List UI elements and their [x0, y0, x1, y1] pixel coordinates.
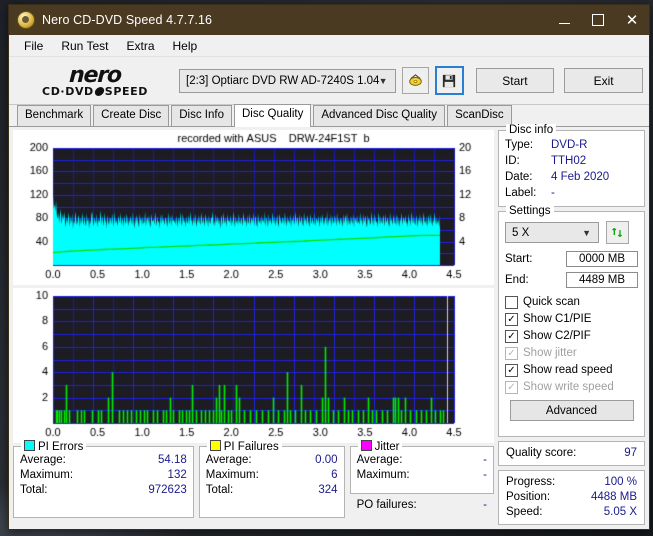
maximize-button[interactable] — [581, 5, 615, 35]
quality-score-row: Quality score: 97 — [506, 447, 637, 459]
settings-panel: Settings 5 X ▼ Start: 0000 MB End: 4489 … — [498, 205, 645, 437]
jitter-color-swatch — [360, 440, 372, 451]
toolbar: nero CD·DVD SPEED [2:3] Optiarc DVD RW AD… — [9, 57, 649, 105]
progress-row: Progress: 100 % — [506, 476, 637, 488]
disc-info-row-id: ID: TTH02 — [505, 155, 587, 167]
position-row: Position: 4488 MB — [506, 491, 637, 503]
logo-line-nero: nero — [68, 62, 122, 88]
advanced-button[interactable]: Advanced — [509, 400, 634, 421]
settings-legend: Settings — [506, 205, 554, 217]
jitter-stats: Jitter Average: - Maximum: - — [349, 440, 494, 494]
tab-content: PI Errors Average: 54.18 Maximum: 132 Tota… — [9, 124, 649, 529]
checkbox-show-jitter: Show jitter — [505, 345, 638, 362]
checkbox-icon — [505, 381, 518, 394]
tab-disc-info[interactable]: Disc Info — [171, 105, 232, 126]
minimize-button[interactable] — [547, 5, 581, 35]
refresh-icon — [612, 227, 623, 238]
stat-row: Average: - — [356, 454, 487, 466]
end-input[interactable]: 4489 MB — [566, 272, 638, 288]
menu-bar: File Run Test Extra Help — [9, 35, 649, 57]
progress-panel: Progress: 100 % Position: 4488 MB Speed: 5.… — [498, 470, 645, 525]
menu-item-extra[interactable]: Extra — [117, 37, 163, 55]
window-controls: ✕ — [547, 5, 649, 35]
drive-select-value: [2:3] Optiarc DVD RW AD-7240S 1.04 — [186, 74, 380, 87]
exit-button[interactable]: Exit — [564, 68, 644, 93]
save-floppy-icon — [442, 74, 456, 87]
pi-errors-chart — [13, 130, 494, 285]
end-label: End: — [505, 274, 529, 286]
checkbox-quick-scan[interactable]: Quick scan — [505, 294, 638, 311]
checkbox-icon — [505, 296, 518, 309]
checkbox-show-read-speed[interactable]: Show read speed — [505, 362, 638, 379]
jitter-stats-wrap: Jitter Average: - Maximum: - PO failures: - — [349, 440, 494, 518]
statistics-row: PI Errors Average: 54.18 Maximum: 132 Tota… — [13, 440, 494, 518]
stat-row: Total: 324 — [205, 484, 338, 496]
refresh-button[interactable] — [606, 221, 629, 244]
menu-item-run-test[interactable]: Run Test — [52, 37, 117, 55]
application-window: Nero CD-DVD Speed 4.7.7.16 ✕ File Run Te… — [8, 4, 650, 530]
start-input[interactable]: 0000 MB — [566, 251, 638, 267]
eject-disc-button[interactable] — [401, 67, 429, 94]
drive-select[interactable]: [2:3] Optiarc DVD RW AD-7240S 1.04 ▼ — [179, 68, 396, 93]
tab-benchmark[interactable]: Benchmark — [17, 105, 92, 126]
checkbox-icon — [505, 313, 518, 326]
pi-errors-color-swatch — [24, 440, 35, 451]
checkbox-icon — [505, 330, 518, 343]
window-title: Nero CD-DVD Speed 4.7.7.16 — [42, 13, 213, 27]
chevron-down-icon: ▼ — [582, 227, 591, 238]
nero-logo: nero CD·DVD SPEED — [21, 62, 169, 97]
eject-disc-icon — [408, 74, 422, 86]
disc-info-row-label: Label: - — [505, 187, 555, 199]
tab-scandisc[interactable]: ScanDisc — [447, 105, 512, 126]
stat-row: Average: 0.00 — [205, 454, 338, 466]
stat-row: Maximum: 6 — [205, 469, 338, 481]
disc-info-legend: Disc info — [506, 124, 557, 136]
pi-errors-legend: PI Errors — [21, 440, 87, 453]
stat-row: Maximum: - — [356, 469, 487, 481]
pi-failures-chart — [13, 288, 494, 443]
jitter-legend: Jitter — [357, 440, 403, 453]
tab-disc-quality[interactable]: Disc Quality — [234, 104, 312, 127]
title-bar: Nero CD-DVD Speed 4.7.7.16 ✕ — [9, 5, 649, 35]
checkbox-icon — [505, 364, 518, 377]
pi-failures-legend: PI Failures — [206, 440, 282, 453]
close-button[interactable]: ✕ — [615, 5, 649, 35]
menu-item-file[interactable]: File — [15, 37, 52, 55]
menu-item-help[interactable]: Help — [164, 37, 207, 55]
checkbox-show-c1-pie[interactable]: Show C1/PIE — [505, 311, 638, 328]
disc-info-panel: Disc info Type: DVD-R ID: TTH02 Date: 4 Feb… — [498, 124, 645, 207]
disc-info-row-type: Type: DVD-R — [505, 139, 588, 151]
pi-failures-stats: PI Failures Average: 0.00 Maximum: 6 Total… — [198, 440, 345, 518]
save-button[interactable] — [434, 66, 464, 95]
tab-advanced-disc-quality[interactable]: Advanced Disc Quality — [313, 105, 446, 126]
stat-row: Total: 972623 — [20, 484, 187, 496]
speed-row: Speed: 5.05 X — [506, 506, 637, 518]
sidebar: Disc info Type: DVD-R ID: TTH02 Date: 4 Feb… — [498, 124, 645, 525]
start-label: Start: — [505, 253, 533, 265]
charts-column: PI Errors Average: 54.18 Maximum: 132 Tota… — [13, 130, 494, 525]
chevron-down-icon: ▼ — [378, 75, 388, 86]
checkbox-show-c2-pif[interactable]: Show C2/PIF — [505, 328, 638, 345]
speed-select-value: 5 X — [512, 226, 530, 239]
quality-score-panel: Quality score: 97 — [498, 441, 645, 466]
po-failures-row: PO failures: - — [356, 499, 487, 511]
disc-info-row-date: Date: 4 Feb 2020 — [505, 171, 610, 183]
stat-row: Maximum: 132 — [20, 469, 187, 481]
tab-create-disc[interactable]: Create Disc — [93, 105, 170, 126]
nero-disc-icon — [17, 11, 35, 29]
checkbox-show-write-speed: Show write speed — [505, 379, 638, 396]
checkbox-icon — [505, 347, 518, 360]
stat-row: Average: 54.18 — [20, 454, 187, 466]
start-button[interactable]: Start — [475, 68, 555, 93]
pi-errors-stats: PI Errors Average: 54.18 Maximum: 132 Tota… — [13, 440, 194, 518]
speed-select[interactable]: 5 X ▼ — [505, 222, 599, 243]
pi-failures-color-swatch — [209, 440, 221, 451]
